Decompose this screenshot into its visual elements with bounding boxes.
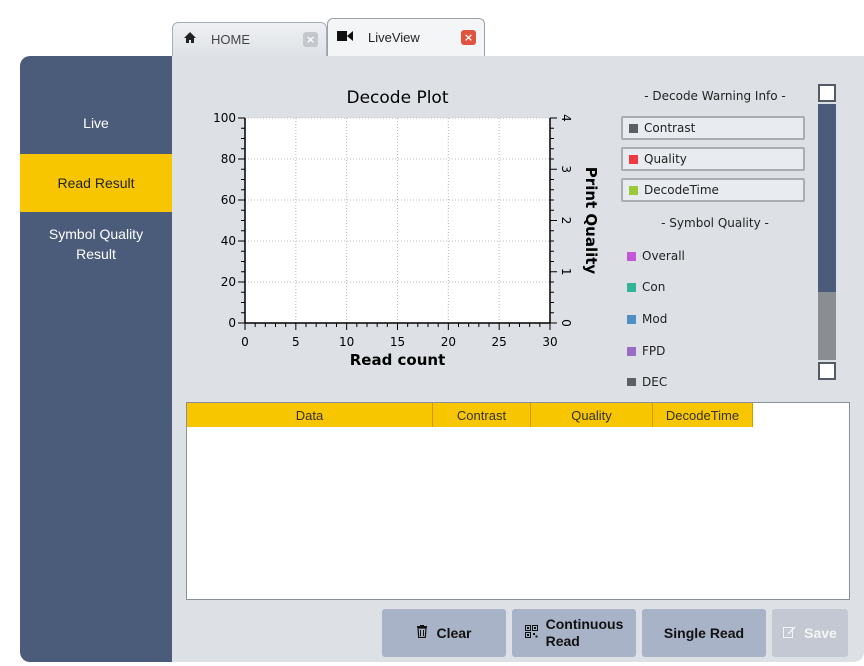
legend-swatch: [629, 123, 638, 133]
legend-toggle-quality[interactable]: Quality: [621, 147, 805, 171]
x-tick-label: 30: [542, 335, 557, 349]
x-tick-label: 25: [492, 335, 507, 349]
decode-warning-heading: - Decode Warning Info -: [644, 89, 786, 103]
legend-label: DEC: [642, 375, 668, 386]
legend-swatch: [629, 185, 638, 195]
continuous-read-label-line2: Read: [545, 633, 580, 649]
x-tick-label: 0: [241, 335, 249, 349]
legend-toggle-decodetime[interactable]: DecodeTime: [621, 178, 805, 202]
continuous-read-label: Continuous Read: [546, 616, 624, 650]
y2-tick-label: 1: [559, 268, 573, 276]
legend-swatch: [627, 251, 636, 261]
tab-liveview[interactable]: LiveView ×: [327, 18, 485, 56]
qr-code-icon: [524, 625, 538, 641]
legend-item-con[interactable]: Con: [627, 277, 665, 297]
y2-tick-label: 2: [559, 217, 573, 225]
y2-tick-label: 0: [559, 319, 573, 327]
chart-title: Decode Plot: [347, 88, 449, 108]
legend-panel: - Decode Warning Info - Contrast Quality De…: [612, 80, 812, 386]
scroll-down-button[interactable]: [818, 362, 836, 380]
save-button[interactable]: Save: [772, 609, 848, 657]
symbol-quality-heading: - Symbol Quality -: [661, 216, 769, 230]
x-axis-label: Read count: [350, 351, 446, 369]
sidebar-item-read-result[interactable]: Read Result: [20, 154, 172, 212]
clear-button[interactable]: Clear: [382, 609, 506, 657]
legend-swatch: [627, 282, 636, 292]
scroll-up-button[interactable]: [818, 84, 836, 102]
sidebar-item-live[interactable]: Live: [20, 108, 172, 138]
single-read-button[interactable]: Single Read: [642, 609, 766, 657]
column-header-quality[interactable]: Quality: [531, 403, 653, 427]
y-tick-label: 20: [221, 275, 236, 289]
column-header-contrast[interactable]: Contrast: [433, 403, 531, 427]
y2-axis-label: Print Quality: [582, 167, 600, 275]
y-tick-label: 80: [221, 152, 236, 166]
y-tick-label: 60: [221, 193, 236, 207]
legend-swatch: [627, 377, 636, 386]
x-tick-label: 10: [339, 335, 354, 349]
legend-item-mod[interactable]: Mod: [627, 309, 667, 329]
continuous-read-label-line1: Continuous: [545, 616, 624, 632]
decode-plot-chart: 0 5 10 15 20 25 3002040608010001234Decode Plot…: [213, 88, 600, 369]
single-read-label: Single Read: [663, 625, 745, 641]
legend-label: Quality: [644, 152, 687, 166]
tab-liveview-label: LiveView: [368, 30, 420, 45]
legend-label: Overall: [642, 249, 685, 263]
legend-label: DecodeTime: [644, 183, 719, 197]
legend-item-overall[interactable]: Overall: [627, 246, 685, 266]
legend-swatch: [629, 154, 638, 164]
trash-icon: [416, 625, 428, 641]
legend-label: Con: [642, 280, 666, 294]
legend-label: Contrast: [644, 121, 696, 135]
tab-home-label: HOME: [211, 32, 250, 47]
y-tick-label: 100: [213, 111, 236, 125]
y2-tick-label: 3: [559, 165, 573, 173]
x-tick-label: 15: [390, 335, 405, 349]
legend-toggle-contrast[interactable]: Contrast: [621, 116, 805, 140]
legend-swatch: [627, 314, 636, 324]
legend-label: FPD: [642, 344, 666, 358]
legend-swatch: [627, 346, 636, 356]
edit-icon: [783, 625, 796, 641]
y2-tick-label: 4: [559, 114, 573, 122]
legend-scrollbar-thumb[interactable]: [818, 292, 836, 360]
save-button-label: Save: [804, 625, 837, 641]
continuous-read-button[interactable]: Continuous Read: [512, 609, 636, 657]
home-icon: [179, 31, 201, 48]
sidebar-item-symbol-quality-result[interactable]: Symbol Quality Result: [20, 222, 172, 266]
column-header-data[interactable]: Data: [187, 403, 433, 427]
close-icon[interactable]: ×: [461, 30, 476, 45]
column-header-decodetime[interactable]: DecodeTime: [653, 403, 753, 427]
clear-button-label: Clear: [436, 625, 472, 641]
legend-item-fpd[interactable]: FPD: [627, 341, 665, 361]
y-tick-label: 40: [221, 234, 236, 248]
sidebar: Live Read Result Symbol Quality Result: [20, 56, 172, 662]
app-window: HOME × LiveView × Live Read Result Symbo…: [0, 0, 864, 666]
legend-label: Mod: [642, 312, 668, 326]
legend-item-dec[interactable]: DEC: [627, 372, 667, 386]
video-camera-icon: [334, 30, 356, 46]
results-table: Data Contrast Quality DecodeTime: [186, 402, 850, 600]
x-tick-label: 20: [441, 335, 456, 349]
x-tick-label: 5: [292, 335, 300, 349]
y-tick-label: 0: [228, 316, 236, 330]
tab-home[interactable]: HOME ×: [172, 22, 327, 56]
close-icon[interactable]: ×: [303, 32, 318, 47]
